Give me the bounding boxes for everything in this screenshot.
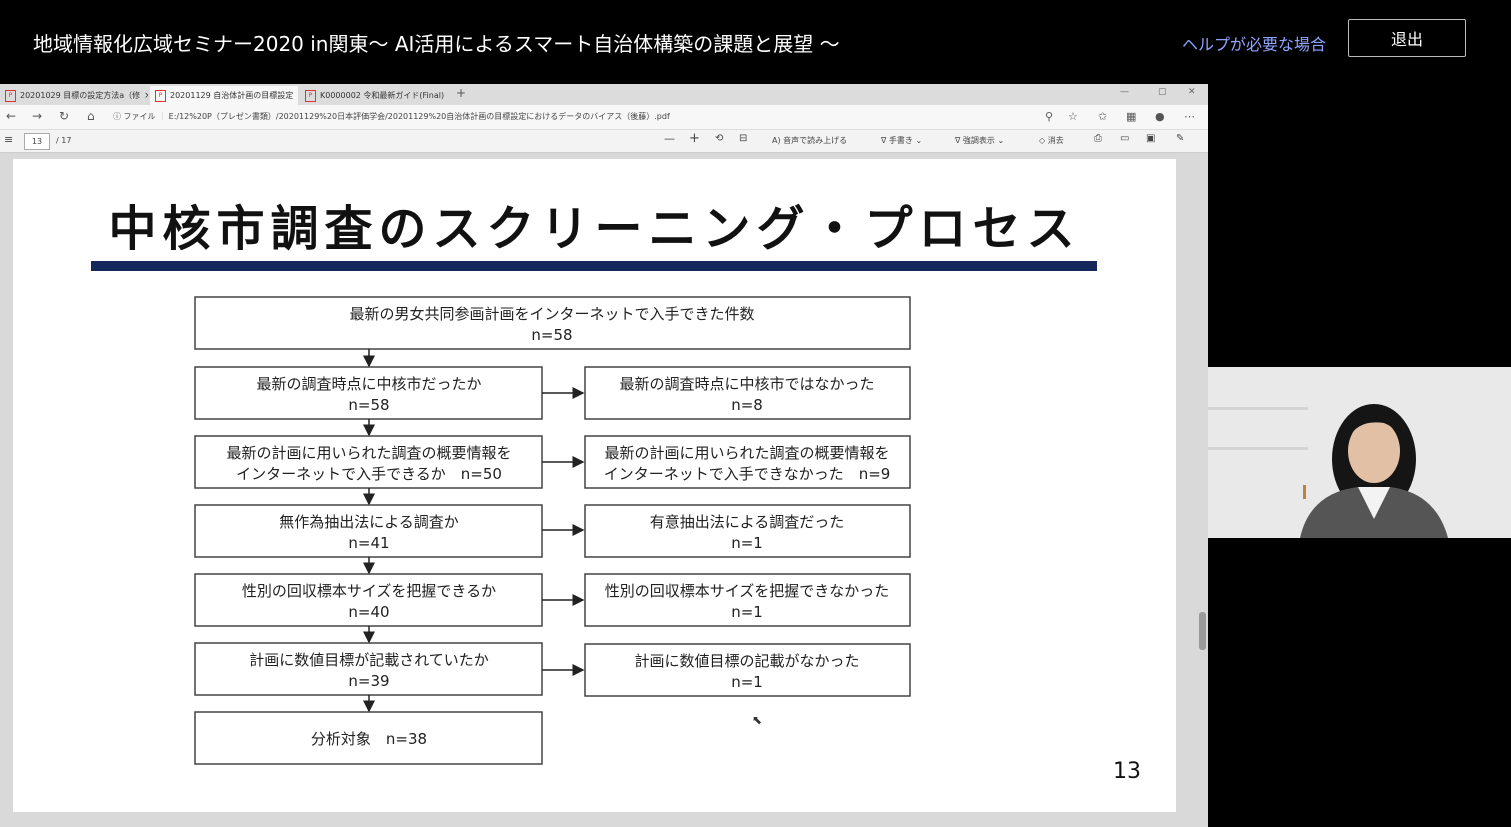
draw-label: 手書き [888, 136, 913, 145]
save-as-icon[interactable]: ▭ [1120, 133, 1129, 144]
flow-step-count: n=41 [348, 534, 389, 552]
eraser-icon: ◇ [1039, 136, 1046, 145]
flow-exclusion-text: 性別の回収標本サイズを把握できなかった [605, 582, 890, 600]
page-number-input[interactable]: 13 [24, 133, 50, 150]
highlight-label: 強調表示 [962, 136, 995, 145]
flow-step-text: 計画に数値目標が記載されていたか [249, 651, 489, 669]
read-aloud-button[interactable]: A) 音声で読み上げる [772, 135, 847, 146]
flow-step-text: 最新の計画に用いられた調査の概要情報を [226, 444, 511, 462]
flow-step-text: 性別の回収標本サイズを把握できるか [242, 582, 496, 600]
flow-step-text: 最新の調査時点に中核市だったか [256, 375, 481, 393]
fit-page-icon[interactable]: ⊟ [739, 133, 747, 144]
chevron-down-icon: ⌄ [915, 136, 923, 145]
print-icon[interactable]: ⎙ [1094, 133, 1102, 144]
shared-screen: P 20201029 目標の設定方法a（修 × P 20201129 自治体計画… [0, 84, 1208, 827]
menu-icon[interactable]: ≡ [4, 133, 13, 146]
flow-exclusion-count: n=1 [731, 603, 763, 621]
tab-label: K0000002 令和最新ガイド(Final) [320, 91, 445, 100]
zoom-out-icon[interactable]: — [664, 132, 675, 145]
flow-top-count: n=58 [531, 326, 572, 344]
pdf-toolbar: ≡ 13 / 17 — + ⟲ ⊟ A) 音声で読み上げる ∇ 手書き ⌄ ∇ … [0, 130, 1208, 153]
seminar-title: 地域情報化広域セミナー2020 in関東～ AI活用によるスマート自治体構築の課… [33, 32, 840, 56]
back-icon[interactable]: ← [6, 109, 16, 123]
favorites-icon[interactable]: ✩ [1098, 110, 1107, 123]
profile-icon[interactable]: ● [1155, 110, 1165, 123]
background-shelf [1208, 407, 1308, 410]
erase-button[interactable]: ◇ 消去 [1039, 135, 1064, 146]
draw-icon: ∇ [881, 136, 887, 145]
home-icon[interactable]: ⌂ [87, 109, 95, 123]
collections-icon[interactable]: ▦ [1126, 110, 1136, 123]
mouse-cursor-icon: ⬉ [752, 713, 763, 727]
rotate-icon[interactable]: ⟲ [715, 133, 723, 144]
flow-step-text: 無作為抽出法による調査か [279, 513, 459, 531]
browser-tab-1[interactable]: P 20201029 目標の設定方法a（修 × [0, 86, 148, 105]
pdf-icon: P [305, 89, 316, 102]
url-text: E:/12%20P（プレゼン書類）/20201129%20日本評価学会/2020… [168, 112, 670, 121]
close-icon[interactable]: × [297, 91, 298, 101]
pdf-icon: P [155, 89, 166, 102]
browser-tab-2[interactable]: P 20201129 自治体計画の目標設定 × [150, 86, 298, 105]
flow-exclusion-count: n=1 [731, 534, 763, 552]
highlight-icon: ∇ [955, 136, 961, 145]
flow-exclusion-count: インターネットで入手できなかった n=9 [604, 465, 891, 483]
maximize-icon[interactable]: ▢ [1158, 87, 1167, 97]
flow-exclusion-count: n=1 [731, 673, 763, 691]
erase-label: 消去 [1047, 136, 1064, 145]
webinar-header: 地域情報化広域セミナー2020 in関東～ AI活用によるスマート自治体構築の課… [0, 0, 1511, 84]
read-aloud-label: 音声で読み上げる [783, 136, 848, 145]
browser-tabstrip: P 20201029 目標の設定方法a（修 × P 20201129 自治体計画… [0, 84, 1208, 105]
speaker-silhouette [1300, 404, 1448, 538]
help-link[interactable]: ヘルプが必要な場合 [1182, 31, 1326, 55]
flow-exclusion-text: 有意抽出法による調査だった [650, 513, 845, 531]
page-total: / 17 [56, 136, 72, 145]
exit-button[interactable]: 退出 [1348, 19, 1466, 57]
flow-exclusion-text: 最新の計画に用いられた調査の概要情報を [604, 444, 889, 462]
new-tab-icon[interactable]: + [456, 86, 466, 100]
tab-label: 20201029 目標の設定方法a（修 [20, 91, 141, 100]
flow-final-text: 分析対象 n=38 [311, 730, 427, 748]
flow-top-text: 最新の男女共同参画計画をインターネットで入手できた件数 [349, 305, 754, 323]
minimize-icon[interactable]: — [1120, 87, 1129, 97]
favorite-star-icon[interactable]: ☆ [1068, 110, 1078, 123]
scrollbar-thumb[interactable] [1199, 612, 1206, 650]
tab-label: 20201129 自治体計画の目標設定 [170, 91, 294, 100]
info-icon: ⓘ [113, 112, 121, 121]
refresh-icon[interactable]: ↻ [59, 109, 69, 123]
forward-icon[interactable]: → [32, 109, 42, 123]
pin-icon[interactable]: ✎ [1176, 133, 1184, 144]
background-shelf [1208, 447, 1308, 450]
close-icon[interactable]: × [144, 91, 148, 101]
flow-exclusion-count: n=8 [731, 396, 763, 414]
close-window-icon[interactable]: ✕ [1188, 87, 1196, 97]
save-icon[interactable]: ▣ [1146, 133, 1155, 144]
flow-step-count: n=40 [348, 603, 389, 621]
slide-number: 13 [1113, 759, 1141, 784]
zoom-icon[interactable]: ⚲ [1045, 110, 1053, 123]
speaker-video [1208, 367, 1511, 538]
address-bar: ← → ↻ ⌂ ⓘ ファイル ｜ E:/12%20P（プレゼン書類）/20201… [0, 105, 1208, 130]
url-field[interactable]: ⓘ ファイル ｜ E:/12%20P（プレゼン書類）/20201129%20日本… [113, 108, 1033, 126]
more-icon[interactable]: ⋯ [1184, 110, 1195, 123]
zoom-in-icon[interactable]: + [689, 131, 700, 146]
flow-step-count: インターネットで入手できるか n=50 [236, 465, 502, 483]
flow-step-count: n=39 [348, 672, 389, 690]
slide-page: 中核市調査のスクリーニング・プロセス 最新の男女共同参画計画をインターネットで入… [13, 159, 1176, 812]
pdf-icon: P [5, 89, 16, 102]
browser-tab-3[interactable]: P K0000002 令和最新ガイド(Final) × [300, 86, 448, 105]
chevron-down-icon: ⌄ [997, 136, 1005, 145]
highlight-button[interactable]: ∇ 強調表示 ⌄ [955, 135, 1004, 146]
flowchart: 最新の男女共同参画計画をインターネットで入手できた件数 n=58 最新の調査時点… [194, 296, 911, 765]
read-aloud-icon: A) [772, 136, 781, 145]
draw-button[interactable]: ∇ 手書き ⌄ [881, 135, 922, 146]
url-prefix: ファイル [123, 112, 156, 121]
flow-exclusion-text: 最新の調査時点に中核市ではなかった [619, 375, 874, 393]
flow-exclusion-text: 計画に数値目標の記載がなかった [634, 652, 859, 670]
flow-step-count: n=58 [348, 396, 389, 414]
